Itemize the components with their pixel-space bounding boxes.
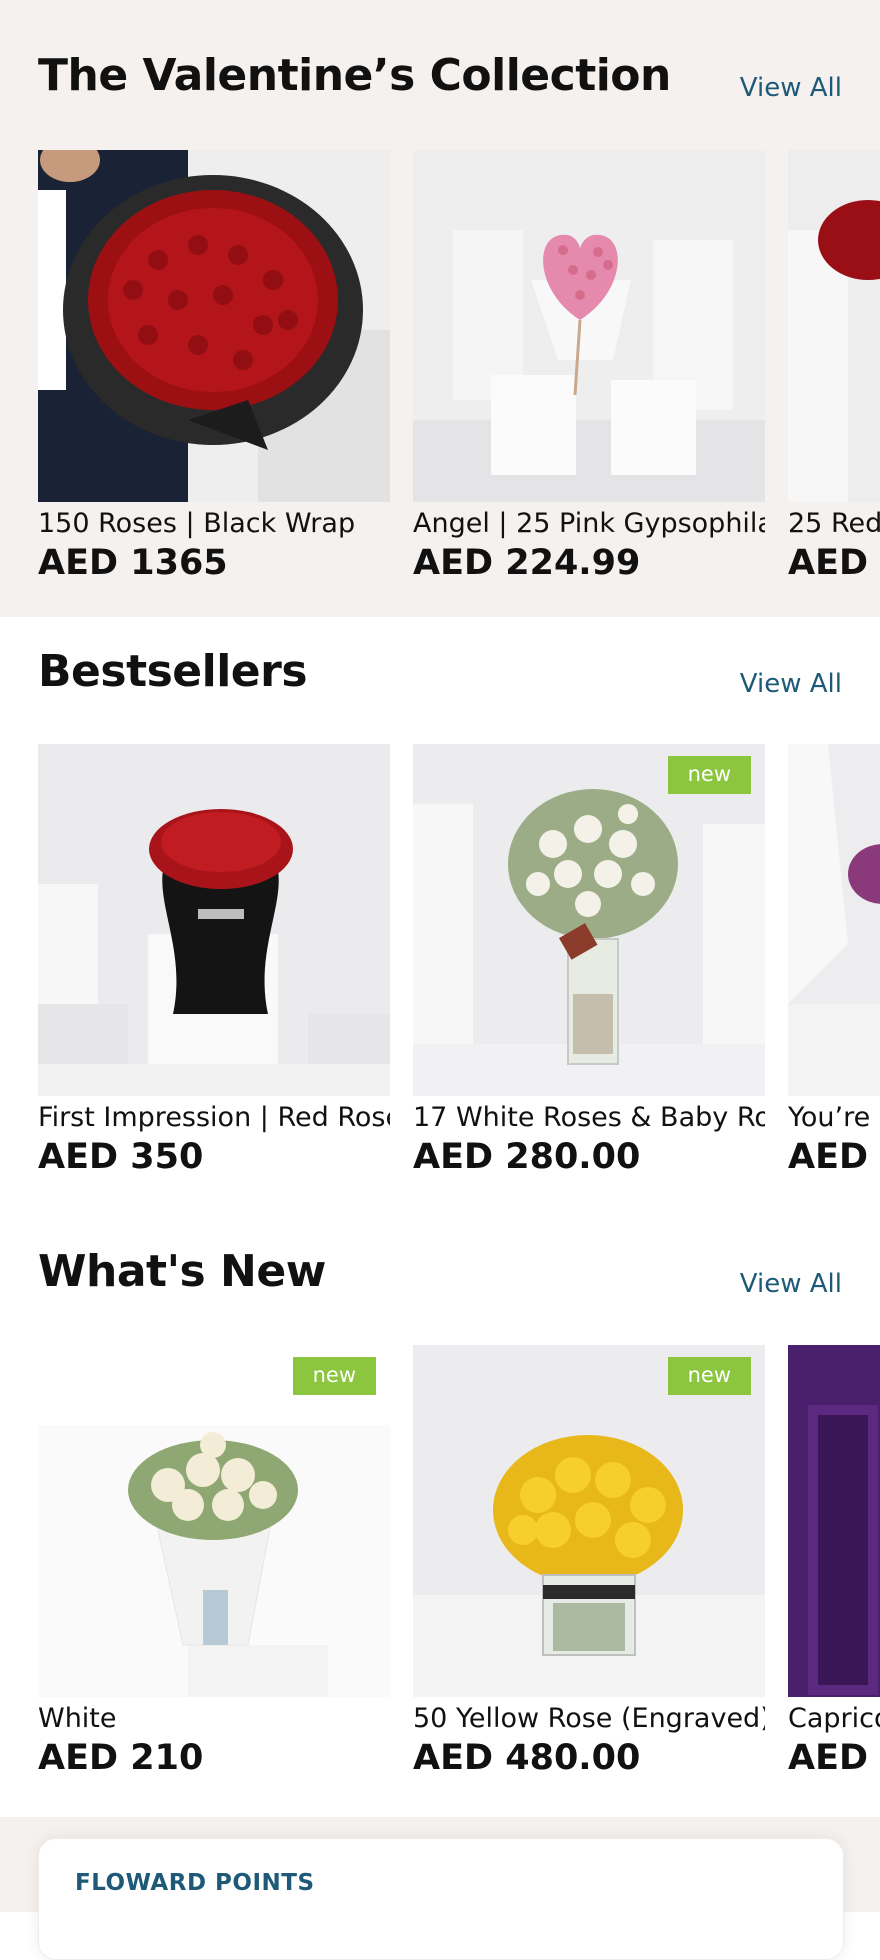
product-card[interactable]: Caprico AED 3 (788, 1345, 880, 1778)
product-image[interactable] (788, 1345, 880, 1697)
product-image[interactable]: new (413, 1345, 765, 1697)
product-name: 17 White Roses & Baby Ro... (413, 1102, 765, 1133)
valentine-section: The Valentine’s Collection View All 150 … (0, 0, 880, 617)
floward-points-card[interactable]: FLOWARD POINTS (38, 1838, 844, 1960)
product-price: AED 210 (38, 1738, 204, 1778)
product-name: 25 Red (788, 508, 880, 539)
product-image[interactable] (788, 744, 880, 1096)
white-roses-bouquet-image (38, 1345, 390, 1697)
product-image[interactable]: new (413, 744, 765, 1096)
product-price: AED 224.99 (413, 543, 641, 583)
whats-new-title: What's New (38, 1246, 326, 1297)
product-price: AED 1365 (38, 543, 228, 583)
product-price: AED 2 (788, 543, 880, 583)
new-badge: new (292, 1357, 376, 1395)
product-name: Caprico (788, 1703, 880, 1734)
valentine-title: The Valentine’s Collection (38, 50, 671, 101)
red-roses-image (788, 150, 880, 502)
product-card[interactable]: new 50 Yellow Rose (Engraved) AED 480.00 (413, 1345, 765, 1778)
valentine-view-all-link[interactable]: View All (740, 73, 842, 103)
product-name: Angel | 25 Pink Gypsophila (413, 508, 765, 539)
yellow-roses-vase-image (413, 1345, 765, 1697)
product-price: AED 3 (788, 1137, 880, 1177)
product-card[interactable]: new White AED 210 (38, 1345, 390, 1778)
bestsellers-section: Bestsellers View All First Impression | … (0, 617, 880, 1217)
product-price: AED 480.00 (413, 1738, 641, 1778)
product-name: First Impression | Red Roses (38, 1102, 390, 1133)
white-roses-vase-image (413, 744, 765, 1096)
red-roses-black-bouquet-image (38, 744, 390, 1096)
pink-gypsophila-heart-image (413, 150, 765, 502)
product-card[interactable]: new 17 White Roses & Baby Ro... AED 280.… (413, 744, 765, 1177)
product-image[interactable] (38, 150, 390, 502)
red-roses-black-wrap-image (38, 150, 390, 502)
purple-gift-box-image (788, 1345, 880, 1697)
new-badge: new (667, 756, 751, 794)
product-card[interactable]: You’re b AED 3 (788, 744, 880, 1177)
product-image[interactable] (413, 150, 765, 502)
product-price: AED 280.00 (413, 1137, 641, 1177)
whats-new-view-all-link[interactable]: View All (740, 1269, 842, 1299)
product-image[interactable]: new (38, 1345, 390, 1697)
product-price: AED 350 (38, 1137, 204, 1177)
floward-points-title: FLOWARD POINTS (75, 1870, 315, 1896)
product-price: AED 3 (788, 1738, 880, 1778)
product-name: White (38, 1703, 117, 1734)
product-name: 150 Roses | Black Wrap (38, 508, 356, 539)
bestsellers-title: Bestsellers (38, 646, 308, 697)
product-image[interactable] (788, 150, 880, 502)
product-card[interactable]: Angel | 25 Pink Gypsophila AED 224.99 (413, 150, 765, 583)
product-card[interactable]: 150 Roses | Black Wrap AED 1365 (38, 150, 390, 583)
purple-roses-image (788, 744, 880, 1096)
product-image[interactable] (38, 744, 390, 1096)
product-card[interactable]: 25 Red AED 2 (788, 150, 880, 583)
whats-new-section: What's New View All new White AED 210 ne… (0, 1217, 880, 1817)
new-badge: new (667, 1357, 751, 1395)
product-card[interactable]: First Impression | Red Roses AED 350 (38, 744, 390, 1177)
product-name: You’re b (788, 1102, 880, 1133)
bestsellers-view-all-link[interactable]: View All (740, 669, 842, 699)
product-name: 50 Yellow Rose (Engraved) (413, 1703, 765, 1734)
